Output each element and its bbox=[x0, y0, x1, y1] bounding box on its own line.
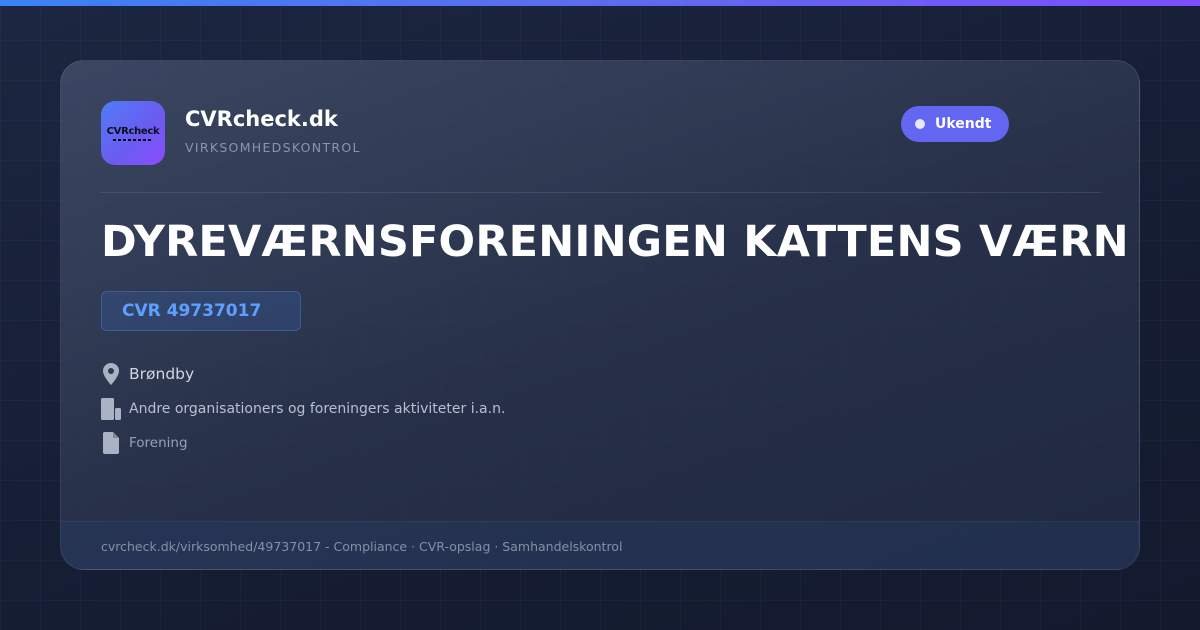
company-type-text: Forening bbox=[129, 435, 188, 451]
status-dot-icon bbox=[915, 119, 925, 129]
company-card: CVRcheck CVRcheck.dk VIRKSOMHEDSKONTROL … bbox=[60, 60, 1140, 570]
building-icon bbox=[101, 398, 121, 420]
company-type-row: Forening bbox=[101, 432, 188, 454]
status-badge: Ukendt bbox=[901, 106, 1010, 142]
brand-tagline: VIRKSOMHEDSKONTROL bbox=[185, 140, 361, 155]
footer-bar: cvrcheck.dk/virksomhed/49737017 - Compli… bbox=[61, 521, 1139, 569]
top-accent-bar bbox=[0, 0, 1200, 6]
industry-row: Andre organisationers og foreningers akt… bbox=[101, 398, 505, 420]
industry-text: Andre organisationers og foreningers akt… bbox=[129, 401, 506, 417]
brand-name: CVRcheck.dk bbox=[185, 107, 338, 131]
og-image-page: CVRcheck CVRcheck.dk VIRKSOMHEDSKONTROL … bbox=[0, 0, 1200, 630]
map-pin-icon bbox=[101, 363, 121, 385]
logo-text: CVRcheck bbox=[106, 125, 160, 137]
cvr-badge: CVR 49737017 bbox=[101, 291, 301, 331]
header-divider bbox=[101, 192, 1101, 193]
logo-underline bbox=[113, 138, 153, 141]
document-icon bbox=[101, 432, 121, 454]
status-label: Ukendt bbox=[935, 116, 992, 132]
location-text: Brøndby bbox=[129, 365, 195, 383]
cvr-number: CVR 49737017 bbox=[122, 301, 262, 321]
brand-logo: CVRcheck bbox=[101, 101, 165, 165]
company-name: DYREVÆRNSFORENINGEN KATTENS VÆRN bbox=[101, 217, 1129, 267]
footer-text: cvrcheck.dk/virksomhed/49737017 - Compli… bbox=[101, 539, 623, 554]
location-row: Brøndby bbox=[101, 363, 194, 385]
